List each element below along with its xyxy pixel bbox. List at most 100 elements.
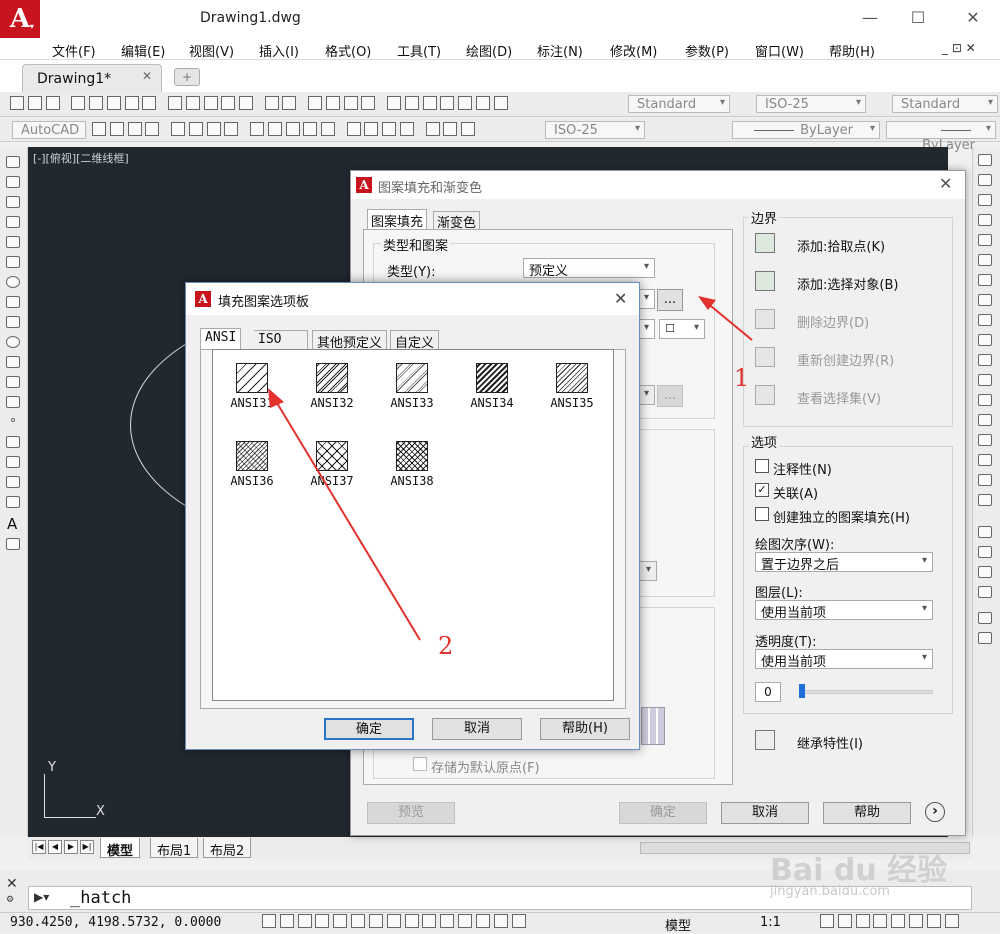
next-layout-icon[interactable]: ▶	[64, 840, 78, 854]
recreate-boundary-button[interactable]: 重新创建边界(R)	[797, 350, 894, 369]
pattern-browse-button[interactable]: ...	[657, 289, 683, 311]
transparency-slider-track[interactable]	[801, 690, 933, 694]
preview-button[interactable]: 预览	[367, 802, 455, 824]
pick-points-icon[interactable]	[755, 233, 775, 253]
region-icon[interactable]	[6, 476, 20, 488]
view-selections-icon[interactable]	[755, 385, 775, 405]
standard-toolbar-icons[interactable]	[10, 96, 508, 112]
palette-cancel-button[interactable]: 取消	[432, 718, 522, 740]
hatch-help-button[interactable]: 帮助	[823, 802, 911, 824]
menu-draw[interactable]: 绘图(D)	[466, 41, 512, 60]
tab-ansi[interactable]: ANSI	[200, 328, 242, 349]
document-tab-close-icon[interactable]: ✕	[142, 69, 152, 83]
tab-hatch[interactable]: 图案填充	[367, 209, 428, 230]
tab-other-predefined[interactable]: 其他预定义	[312, 330, 388, 351]
inherit-properties-button[interactable]: 继承特性(I)	[797, 733, 863, 752]
menu-dimension[interactable]: 标注(N)	[537, 41, 583, 60]
close-button[interactable]: ✕	[958, 6, 988, 30]
array-icon[interactable]	[978, 234, 992, 246]
autocad-logo[interactable]: A	[0, 0, 40, 38]
document-tab[interactable]: Drawing1*	[22, 64, 162, 92]
table-icon[interactable]	[6, 496, 20, 508]
draw-order-select[interactable]: 置于边界之后 ▾	[755, 552, 933, 573]
revcloud-icon[interactable]	[6, 296, 20, 308]
recreate-boundary-icon[interactable]	[755, 347, 775, 367]
transparency-number[interactable]: 0	[755, 682, 781, 702]
tab-layout2[interactable]: 布局2	[203, 838, 252, 859]
join-icon[interactable]	[978, 414, 992, 426]
menu-help[interactable]: 帮助(H)	[829, 41, 875, 60]
blend-curves-icon[interactable]	[978, 474, 992, 486]
draworder-front-icon[interactable]	[978, 526, 992, 538]
extend-icon[interactable]	[978, 354, 992, 366]
move-icon[interactable]	[978, 254, 992, 266]
text-front-icon[interactable]	[978, 612, 992, 624]
select-objects-button[interactable]: 添加:选择对象(B)	[797, 274, 898, 293]
hatch-icon[interactable]	[6, 436, 20, 448]
menu-window[interactable]: 窗口(W)	[755, 41, 804, 60]
spline-icon[interactable]	[6, 316, 20, 328]
menu-format[interactable]: 格式(O)	[325, 41, 371, 60]
polyline-icon[interactable]	[6, 196, 20, 208]
menu-insert[interactable]: 插入(I)	[259, 41, 299, 60]
view-selections-button[interactable]: 查看选择集(V)	[797, 388, 881, 407]
circle-icon[interactable]	[6, 276, 20, 288]
gradient-icon[interactable]	[6, 456, 20, 468]
hatch-back-icon[interactable]	[978, 632, 992, 644]
ellipse-icon[interactable]	[6, 336, 20, 348]
model-space-button[interactable]: 模型	[665, 915, 691, 934]
copy-icon[interactable]	[978, 174, 992, 186]
drafting-toggles[interactable]	[262, 914, 526, 931]
make-block-icon[interactable]	[6, 396, 20, 408]
remove-boundaries-button[interactable]: 删除边界(D)	[797, 312, 869, 331]
pattern-swatch-ansi33[interactable]	[396, 363, 428, 393]
last-layout-icon[interactable]: ▶|	[80, 840, 94, 854]
pattern-swatch-ansi32[interactable]	[316, 363, 348, 393]
inherit-properties-icon[interactable]	[755, 730, 775, 750]
ellipse-arc-icon[interactable]	[6, 356, 20, 368]
app-menu-arrow-icon[interactable]: ▾	[30, 22, 34, 31]
remove-boundaries-icon[interactable]	[755, 309, 775, 329]
first-layout-icon[interactable]: |◀	[32, 840, 46, 854]
viewport-controls[interactable]: [-][俯视][二维线框]	[33, 150, 129, 166]
menu-view[interactable]: 视图(V)	[189, 41, 234, 60]
tab-iso[interactable]: ISO	[254, 330, 308, 349]
hatch-ok-button[interactable]: 确定	[619, 802, 707, 824]
tab-layout1[interactable]: 布局1	[150, 838, 199, 859]
erase-icon[interactable]	[978, 154, 992, 166]
annotation-scale[interactable]: 1:1	[760, 915, 781, 930]
dimension-toolbar-icons[interactable]	[92, 122, 476, 138]
polygon-icon[interactable]	[6, 216, 20, 228]
command-prompt-icon[interactable]: ▶▾	[34, 890, 49, 904]
tab-custom[interactable]: 自定义	[390, 330, 440, 351]
select-objects-icon[interactable]	[755, 271, 775, 291]
pattern-swatch-ansi36[interactable]	[236, 441, 268, 471]
palette-ok-button[interactable]: 确定	[324, 718, 414, 740]
mirror-icon[interactable]	[978, 194, 992, 206]
layer-select[interactable]: 使用当前项 ▾	[755, 600, 933, 621]
menu-modify[interactable]: 修改(M)	[610, 41, 657, 60]
hatch-cancel-button[interactable]: 取消	[721, 802, 809, 824]
transparency-slider-thumb[interactable]	[799, 684, 805, 698]
tab-gradient[interactable]: 渐变色	[433, 211, 481, 231]
break-at-point-icon[interactable]	[978, 374, 992, 386]
associative-checkbox[interactable]: ✓	[755, 483, 769, 497]
background-color-select[interactable]: ☐ ▾	[659, 319, 705, 339]
workspace-combo[interactable]: AutoCAD	[12, 121, 86, 139]
point-icon[interactable]	[11, 418, 15, 422]
stretch-icon[interactable]	[978, 314, 992, 326]
tab-model[interactable]: 模型	[100, 838, 141, 859]
menu-edit[interactable]: 编辑(E)	[121, 41, 165, 60]
hatch-dialog-close-icon[interactable]: ✕	[939, 174, 952, 193]
status-tray-icons[interactable]	[820, 914, 959, 931]
command-settings-icon[interactable]: ⚙	[6, 895, 14, 905]
menu-tools[interactable]: 工具(T)	[397, 41, 441, 60]
line-tool-icon[interactable]	[6, 156, 20, 168]
pattern-swatch-ansi38[interactable]	[396, 441, 428, 471]
mdi-controls[interactable]: _ ⊡ ✕	[942, 41, 976, 55]
rotate-icon[interactable]	[978, 274, 992, 286]
add-selected-icon[interactable]	[6, 538, 20, 550]
more-options-icon[interactable]: ›	[925, 802, 945, 822]
arc-icon[interactable]	[6, 256, 20, 268]
explode-icon[interactable]	[978, 494, 992, 506]
